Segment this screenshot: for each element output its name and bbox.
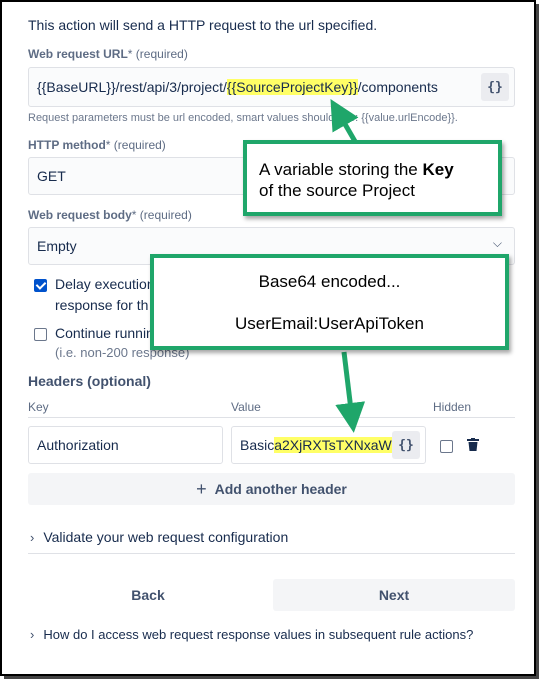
callout-base64-line2: UserEmail:UserApiToken — [235, 314, 424, 333]
callout-base64: Base64 encoded... UserEmail:UserApiToken — [150, 254, 509, 350]
callout-base64-line1: Base64 encoded... — [258, 272, 401, 291]
callout-variable-bold: Key — [422, 160, 454, 179]
arrow-to-header-token — [335, 351, 366, 433]
callout-variable-key: A variable storing the Key of the source… — [243, 140, 502, 216]
callout-variable-line1-text: A variable storing the — [259, 160, 423, 179]
callout-variable-line1: A variable storing the Key — [259, 159, 498, 180]
callout-variable-line2: of the source Project — [259, 181, 415, 200]
